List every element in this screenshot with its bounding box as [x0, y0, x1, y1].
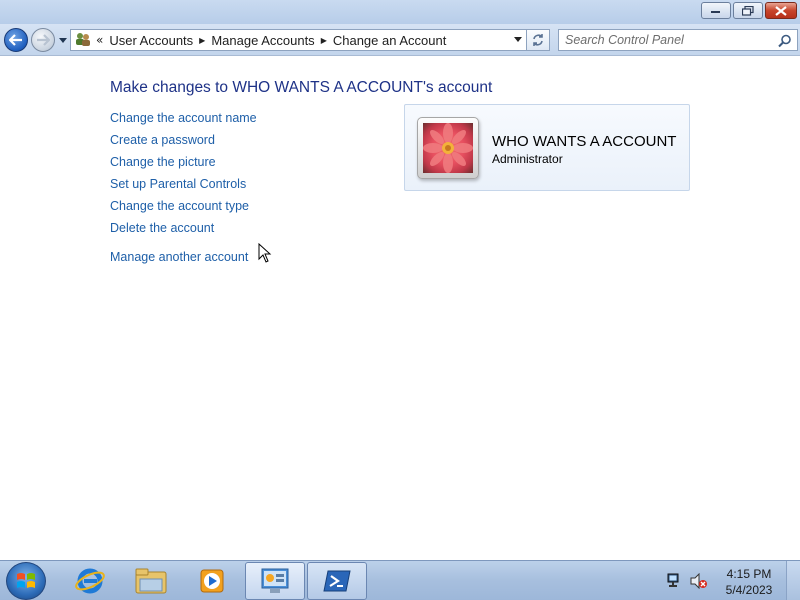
close-icon: [775, 5, 787, 16]
breadcrumb-user-accounts[interactable]: User Accounts: [109, 33, 193, 48]
address-dropdown-icon[interactable]: [514, 35, 522, 45]
restore-icon: [742, 5, 754, 16]
account-tile: WHO WANTS A ACCOUNT Administrator: [404, 104, 690, 191]
account-name: WHO WANTS A ACCOUNT: [492, 133, 677, 150]
parental-controls-link[interactable]: Set up Parental Controls: [110, 177, 246, 191]
system-clock[interactable]: 4:15 PM 5/4/2023: [716, 566, 782, 598]
search-box[interactable]: [558, 29, 798, 51]
back-button[interactable]: [4, 28, 28, 52]
navigation-bar: « User Accounts ▶ Manage Accounts ▶ Chan…: [0, 24, 800, 56]
account-type-label: Administrator: [492, 152, 563, 166]
show-desktop-button[interactable]: [786, 561, 800, 600]
breadcrumb-overflow[interactable]: «: [96, 33, 103, 47]
network-icon[interactable]: [667, 573, 683, 589]
windows-explorer-icon: [135, 568, 167, 594]
windows-logo-icon: [17, 573, 35, 588]
refresh-button[interactable]: [527, 29, 550, 51]
window-titlebar: [0, 0, 800, 24]
arrow-right-icon: [37, 34, 50, 46]
breadcrumb-separator-icon[interactable]: ▶: [199, 36, 205, 45]
taskbar-internet-explorer[interactable]: [60, 562, 120, 600]
search-icon[interactable]: [778, 33, 792, 52]
internet-explorer-icon: [75, 568, 105, 594]
refresh-icon: [533, 34, 543, 46]
delete-account-link[interactable]: Delete the account: [110, 221, 214, 235]
control-panel-icon: [261, 568, 289, 593]
chevron-down-icon: [58, 37, 67, 43]
breadcrumb-manage-accounts[interactable]: Manage Accounts: [211, 33, 314, 48]
manage-another-account-link[interactable]: Manage another account: [110, 250, 248, 264]
taskbar-windows-explorer[interactable]: [121, 562, 181, 600]
change-account-name-link[interactable]: Change the account name: [110, 111, 257, 125]
taskbar-media-player[interactable]: [182, 562, 242, 600]
volume-muted-icon[interactable]: [690, 573, 708, 589]
taskbar-control-panel[interactable]: [245, 562, 305, 600]
search-input[interactable]: [565, 31, 775, 49]
powershell-icon: [323, 570, 351, 592]
close-button[interactable]: [765, 2, 797, 19]
maximize-button[interactable]: [733, 2, 763, 19]
mouse-cursor-icon: [258, 243, 272, 263]
taskbar-powershell[interactable]: [307, 562, 367, 600]
recent-pages-button[interactable]: [57, 35, 68, 45]
media-player-icon: [200, 569, 224, 593]
address-bar[interactable]: « User Accounts ▶ Manage Accounts ▶ Chan…: [70, 29, 527, 51]
control-panel-users-icon: [74, 31, 92, 50]
breadcrumb-change-an-account[interactable]: Change an Account: [333, 33, 446, 48]
create-password-link[interactable]: Create a password: [110, 133, 215, 147]
flower-picture-icon: [423, 123, 473, 173]
clock-date: 5/4/2023: [725, 583, 773, 597]
taskbar: 4:15 PM 5/4/2023: [0, 560, 800, 600]
main-content: Make changes to WHO WANTS A ACCOUNT's ac…: [0, 57, 800, 560]
minimize-icon: [711, 10, 720, 13]
start-button[interactable]: [6, 562, 46, 600]
page-title: Make changes to WHO WANTS A ACCOUNT's ac…: [110, 79, 493, 96]
arrow-left-icon: [9, 34, 22, 46]
change-account-type-link[interactable]: Change the account type: [110, 199, 249, 213]
avatar: [417, 117, 479, 179]
minimize-button[interactable]: [701, 2, 731, 19]
change-picture-link[interactable]: Change the picture: [110, 155, 216, 169]
clock-time: 4:15 PM: [726, 567, 772, 581]
breadcrumb-separator-icon[interactable]: ▶: [321, 36, 327, 45]
forward-button[interactable]: [31, 28, 55, 52]
